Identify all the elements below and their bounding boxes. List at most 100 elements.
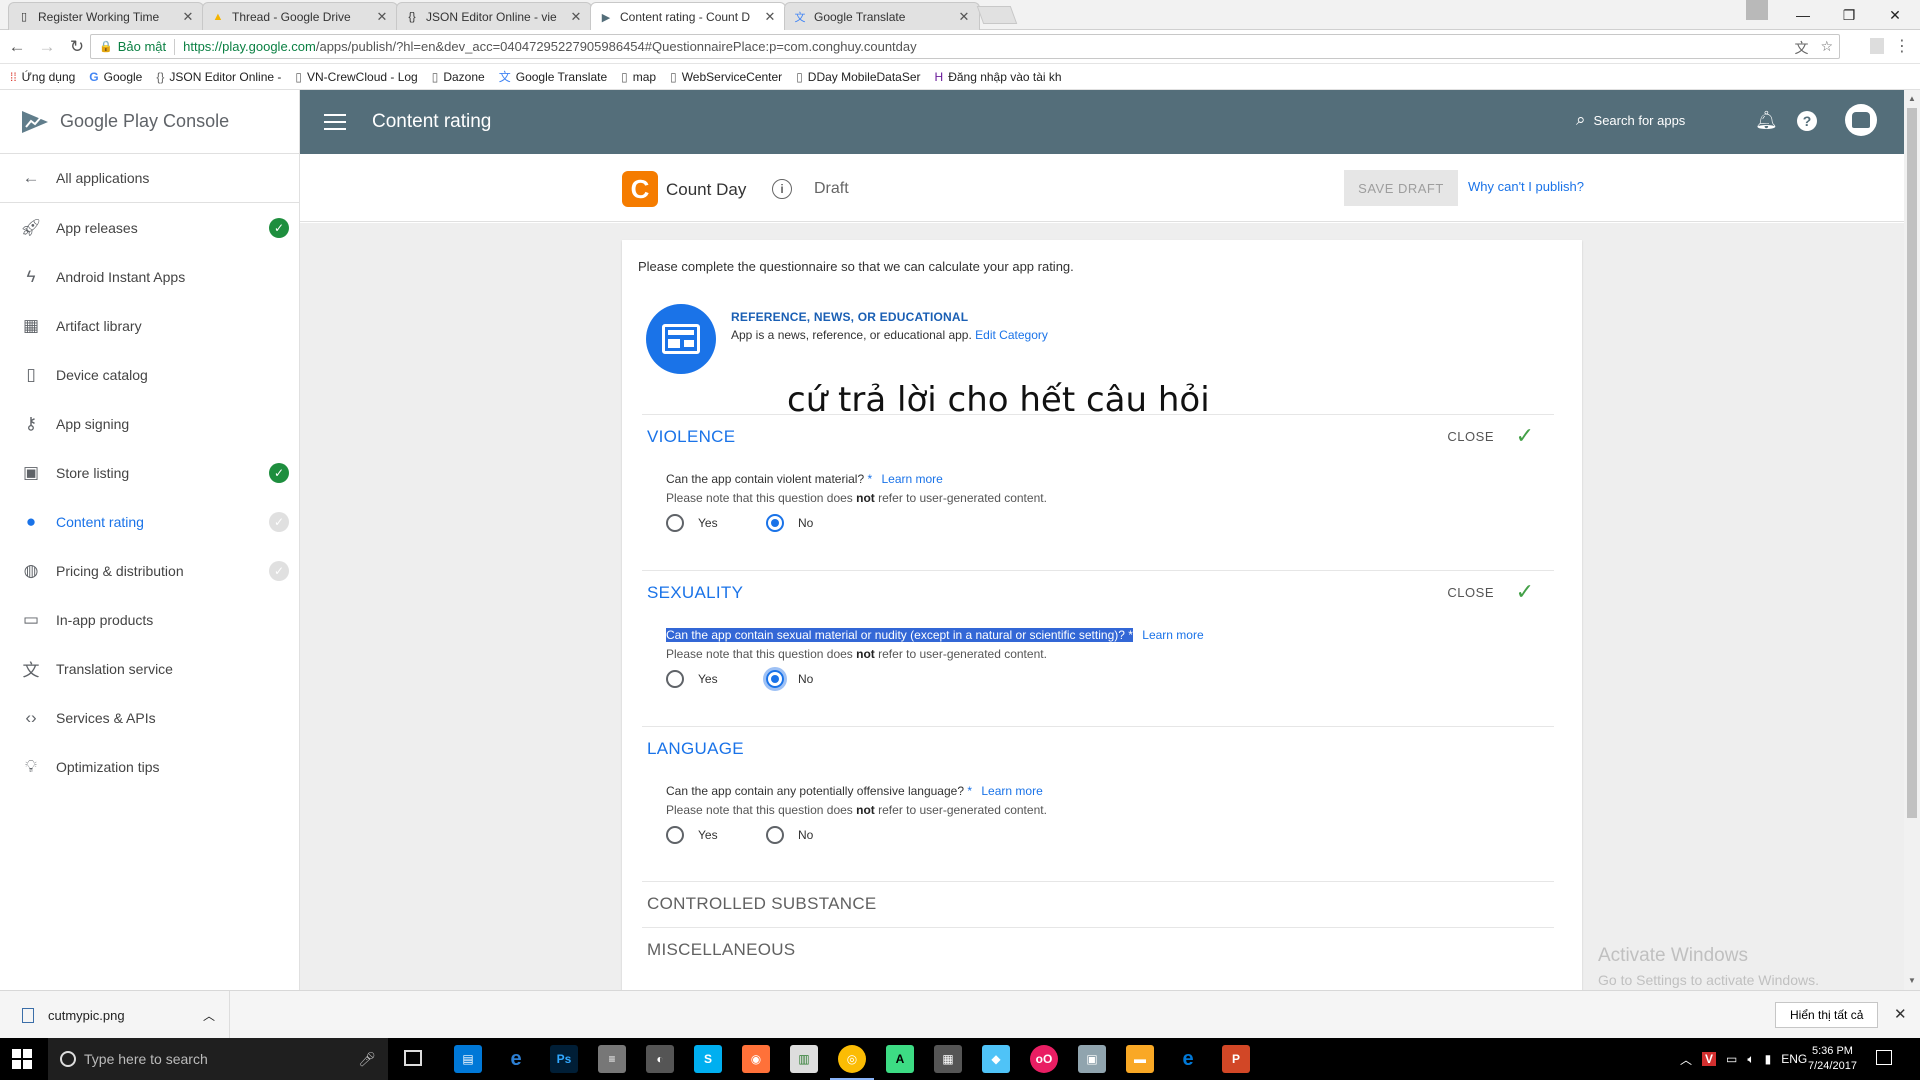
menu-hamburger-icon[interactable] [324,114,346,130]
volume-icon[interactable]: 🔈︎ [1747,1052,1754,1067]
sidebar-item-artifact-library[interactable]: ▦ Artifact library [0,301,299,350]
scroll-up-icon[interactable]: ▲ [1907,94,1917,104]
search-apps-button[interactable]: ⌕ Search for apps [1576,110,1685,130]
windows-start-icon[interactable] [12,1049,32,1069]
brand-header[interactable]: Google Play Console [0,90,299,154]
close-icon[interactable]: ✕ [569,9,583,25]
close-icon[interactable]: ✕ [957,9,971,25]
antivirus-icon[interactable]: V [1702,1052,1717,1066]
battery-icon[interactable]: ▮ [1765,1052,1772,1066]
tool-icon[interactable]: ◆ [982,1045,1010,1073]
bookmark[interactable]: G Google [89,70,142,84]
extension-icon[interactable] [1870,38,1884,54]
edit-category-link[interactable]: Edit Category [975,328,1048,342]
section-title[interactable]: LANGUAGE [647,739,744,759]
taskbar-search[interactable]: Type here to search 🎤︎ [48,1038,388,1080]
microphone-icon[interactable]: 🎤︎ [358,1051,376,1068]
new-tab-button[interactable] [976,6,1018,24]
help-icon[interactable]: ? [1797,111,1817,131]
close-icon[interactable]: ✕ [181,9,195,25]
file-explorer-icon[interactable]: ▬ [1126,1045,1154,1073]
translate-icon[interactable]: 文 [1794,38,1808,58]
android-studio-icon[interactable]: A [886,1045,914,1073]
close-window-icon[interactable]: ✕ [1872,7,1918,24]
radio-yes[interactable] [666,514,684,532]
calculator-icon[interactable]: ▦ [934,1045,962,1073]
section-title[interactable]: SEXUALITY [647,583,743,603]
sidebar-item-optimization-tips[interactable]: 💡︎ Optimization tips [0,742,299,791]
sidebar-item-services-apis[interactable]: ‹› Services & APIs [0,693,299,742]
section-title[interactable]: VIOLENCE [647,427,735,447]
radio-no[interactable] [766,826,784,844]
close-icon[interactable]: ✕ [763,9,777,25]
menu-icon[interactable]: ⋮ [1894,36,1910,56]
learn-more-link[interactable]: Learn more [981,784,1042,798]
bookmark[interactable]: ▯ VN-CrewCloud - Log [295,70,417,84]
sidebar-item-content-rating[interactable]: ● Content rating ✓ [0,497,299,546]
bookmark[interactable]: ▯ Dazone [432,70,485,84]
bookmark[interactable]: H Đăng nhập vào tài kh [935,70,1062,84]
sidebar-item-store-listing[interactable]: ▣ Store listing ✓ [0,448,299,497]
bookmark[interactable]: ▯ DDay MobileDataSer [796,70,920,84]
powerpoint-icon[interactable]: P [1222,1045,1250,1073]
sidebar-item-device-catalog[interactable]: ▯ Device catalog [0,350,299,399]
network-icon[interactable]: ▭ [1726,1052,1737,1066]
notification-icon[interactable] [1876,1050,1892,1065]
save-draft-button[interactable]: SAVE DRAFT [1344,170,1458,206]
close-icon[interactable]: ✕ [375,9,389,25]
restore-icon[interactable]: ❐ [1826,7,1872,24]
info-icon[interactable]: i [772,179,792,199]
download-item[interactable]: cutmypic.png ︿ [10,991,230,1039]
sidebar-item-all-applications[interactable]: ← All applications [0,154,299,203]
sidebar-item-pricing-distribution[interactable]: ◍ Pricing & distribution ✓ [0,546,299,595]
photoshop-icon[interactable]: Ps [550,1045,578,1073]
radio-no[interactable] [766,670,784,688]
bookmark[interactable]: {} JSON Editor Online - [156,70,281,84]
close-icon[interactable]: ✕ [1894,1005,1907,1023]
taskbar-clock[interactable]: 5:36 PM 7/24/2017 [1808,1044,1857,1074]
scroll-down-icon[interactable]: ▼ [1907,976,1917,986]
forward-icon[interactable]: → [34,37,60,57]
browser-tab-active[interactable]: ▶ Content rating - Count D ✕ [590,2,786,31]
minimize-icon[interactable]: — [1780,7,1826,23]
avatar[interactable] [1845,104,1877,136]
bookmark[interactable]: ▯ map [621,70,656,84]
back-icon[interactable]: ← [4,37,30,57]
close-section-button[interactable]: CLOSE [1447,429,1494,444]
network-app-icon[interactable]: ▣ [1078,1045,1106,1073]
learn-more-link[interactable]: Learn more [881,472,942,486]
language-indicator[interactable]: ENG [1781,1052,1807,1066]
bookmark[interactable]: ▯ WebServiceCenter [670,70,782,84]
edge-icon[interactable]: e [1174,1045,1202,1073]
radio-yes[interactable] [666,670,684,688]
browser-tab[interactable]: {} JSON Editor Online - vie ✕ [396,2,592,30]
browser-tab[interactable]: ▯ Register Working Time ✕ [8,2,204,30]
reload-icon[interactable]: ↻ [64,37,90,57]
store-app-icon[interactable]: ▤ [454,1045,482,1073]
browser-tab[interactable]: ▲ Thread - Google Drive ✕ [202,2,398,30]
sidebar-item-translation-service[interactable]: 文 Translation service [0,644,299,693]
section-title[interactable]: CONTROLLED SUBSTANCE [647,894,877,914]
sidebar-item-in-app-products[interactable]: ▭ In-app products [0,595,299,644]
skype-icon[interactable]: S [694,1045,722,1073]
chevron-up-icon[interactable]: ︿ [1680,1051,1692,1068]
radio-yes[interactable] [666,826,684,844]
section-title[interactable]: MISCELLANEOUS [647,940,795,960]
notepad-icon[interactable]: ▥ [790,1045,818,1073]
address-bar[interactable]: 🔒 Bảo mật https://play.google.com/apps/p… [90,34,1840,59]
close-section-button[interactable]: CLOSE [1447,585,1494,600]
database-icon[interactable]: ≡ [598,1045,626,1073]
learn-more-link[interactable]: Learn more [1142,628,1203,642]
chrome-icon[interactable]: ◎ [830,1045,874,1080]
bell-icon[interactable]: 🔔︎ [1755,110,1778,131]
task-view-icon[interactable] [404,1050,422,1066]
app-oo-icon[interactable]: oO [1030,1045,1058,1073]
chevron-up-icon[interactable]: ︿ [203,1007,215,1024]
firefox-icon[interactable]: ◉ [742,1045,770,1073]
star-icon[interactable]: ☆ [1820,38,1833,58]
browser-tab[interactable]: 文 Google Translate ✕ [784,2,980,30]
ie-icon[interactable]: e [502,1045,530,1073]
show-all-downloads-button[interactable]: Hiển thị tất cả [1775,1002,1879,1028]
sidebar-item-android-instant-apps[interactable]: ϟ Android Instant Apps [0,252,299,301]
profile-icon[interactable] [1746,0,1768,20]
